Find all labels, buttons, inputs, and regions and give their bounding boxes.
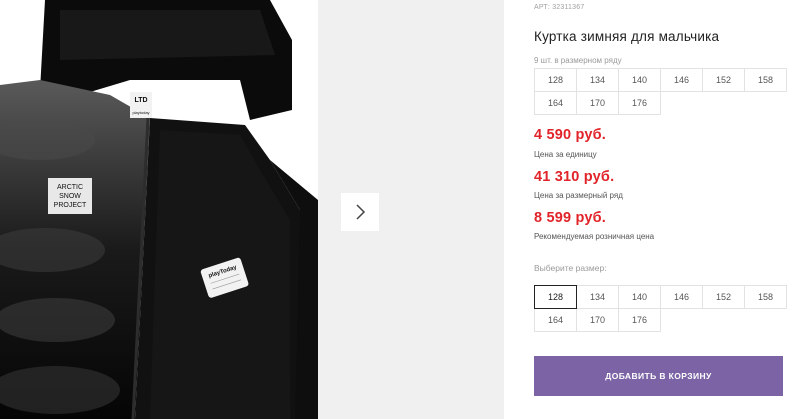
size-row-price: 41 310 руб. [534, 169, 615, 185]
size-option-164[interactable]: 164 [534, 308, 577, 332]
collar-label-top: LTD [134, 97, 147, 104]
size-option-134[interactable]: 134 [576, 285, 619, 309]
product-title: Куртка зимняя для мальчика [534, 29, 720, 44]
retail-price: 8 599 руб. [534, 210, 607, 226]
patch-line-3: PROJECT [54, 202, 87, 209]
size-row-cell: 164 [534, 91, 577, 115]
jacket-illustration: LTD playtoday ARCTIC SNOW PROJECT playTo… [0, 0, 318, 419]
size-option-140[interactable]: 140 [618, 285, 661, 309]
unit-price-caption: Цена за единицу [534, 150, 597, 159]
add-to-cart-button[interactable]: ДОБАВИТЬ В КОРЗИНУ [534, 356, 783, 396]
size-option-152[interactable]: 152 [702, 285, 745, 309]
retail-price-caption: Рекомендуемая розничная цена [534, 232, 655, 241]
size-row-cell: 176 [618, 91, 661, 115]
chevron-right-icon [356, 204, 366, 220]
patch-line-1: ARCTIC [57, 184, 83, 191]
size-option-128[interactable]: 128 [534, 285, 577, 309]
size-row-cell: 128 [534, 68, 577, 92]
size-option-170[interactable]: 170 [576, 308, 619, 332]
sku-label: АРТ: 32311367 [534, 4, 585, 11]
size-row-cell: 170 [576, 91, 619, 115]
size-option-158[interactable]: 158 [744, 285, 787, 309]
size-row-cell: 146 [660, 68, 703, 92]
size-row-price-caption: Цена за размерный ряд [534, 191, 623, 200]
size-row-cell: 158 [744, 68, 787, 92]
size-selector: 128 134 140 146 152 158 164 170 176 [534, 285, 787, 332]
size-option-146[interactable]: 146 [660, 285, 703, 309]
unit-price: 4 590 руб. [534, 127, 607, 143]
product-photo[interactable]: LTD playtoday ARCTIC SNOW PROJECT playTo… [0, 0, 318, 419]
size-row-cell: 140 [618, 68, 661, 92]
patch-line-2: SNOW [59, 193, 81, 200]
size-row-note: 9 шт. в размерном ряду [534, 56, 622, 65]
size-row-cell: 152 [702, 68, 745, 92]
size-row-cell: 134 [576, 68, 619, 92]
size-option-176[interactable]: 176 [618, 308, 661, 332]
size-row-table: 128 134 140 146 152 158 164 170 176 [534, 68, 787, 115]
product-info-panel: АРТ: 32311367 Куртка зимняя для мальчика… [534, 0, 800, 419]
choose-size-label: Выберите размер: [534, 263, 607, 273]
next-photo-button[interactable] [341, 193, 379, 231]
collar-label-bottom: playtoday [132, 110, 149, 115]
